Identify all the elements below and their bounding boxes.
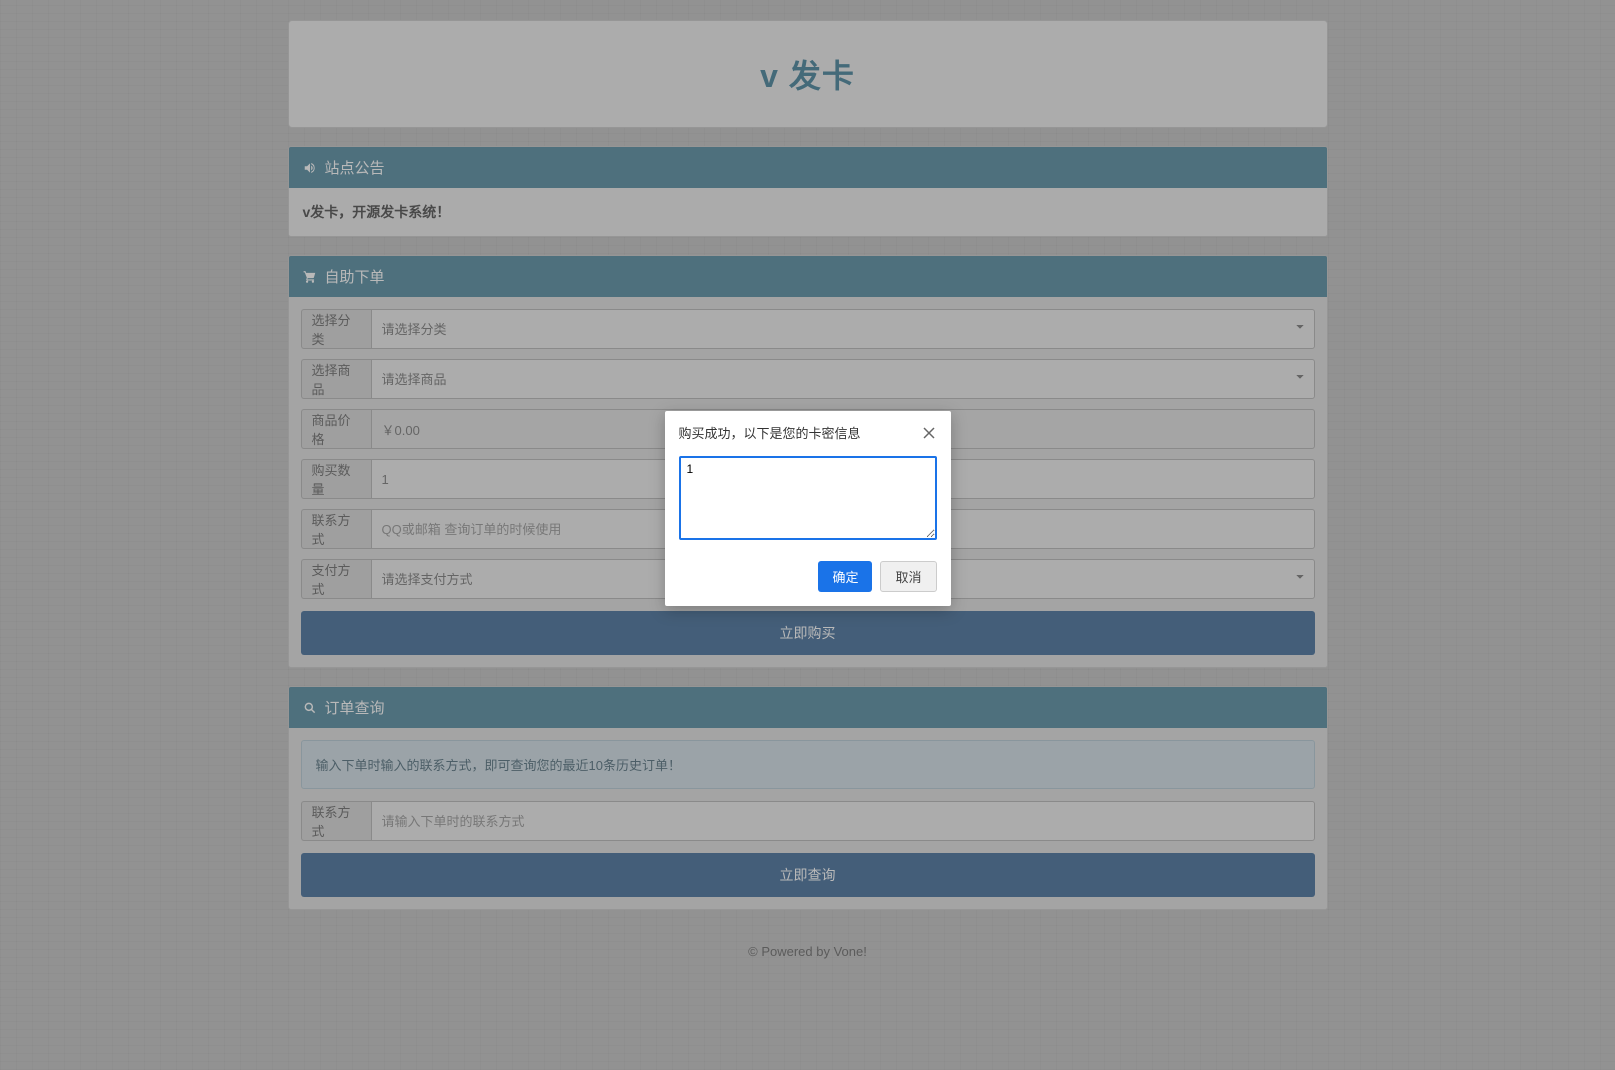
card-secret-textarea[interactable] [679, 456, 937, 540]
cancel-button[interactable]: 取消 [880, 561, 936, 592]
ok-button[interactable]: 确定 [818, 561, 872, 592]
modal-title: 购买成功，以下是您的卡密信息 [679, 423, 861, 442]
modal-body [665, 452, 951, 553]
modal-header: 购买成功，以下是您的卡密信息 [665, 411, 951, 452]
modal-dialog: 购买成功，以下是您的卡密信息 确定 取消 [665, 411, 951, 606]
close-icon[interactable] [921, 425, 937, 441]
modal-footer: 确定 取消 [665, 553, 951, 606]
modal-overlay[interactable]: 购买成功，以下是您的卡密信息 确定 取消 [0, 0, 1615, 1070]
